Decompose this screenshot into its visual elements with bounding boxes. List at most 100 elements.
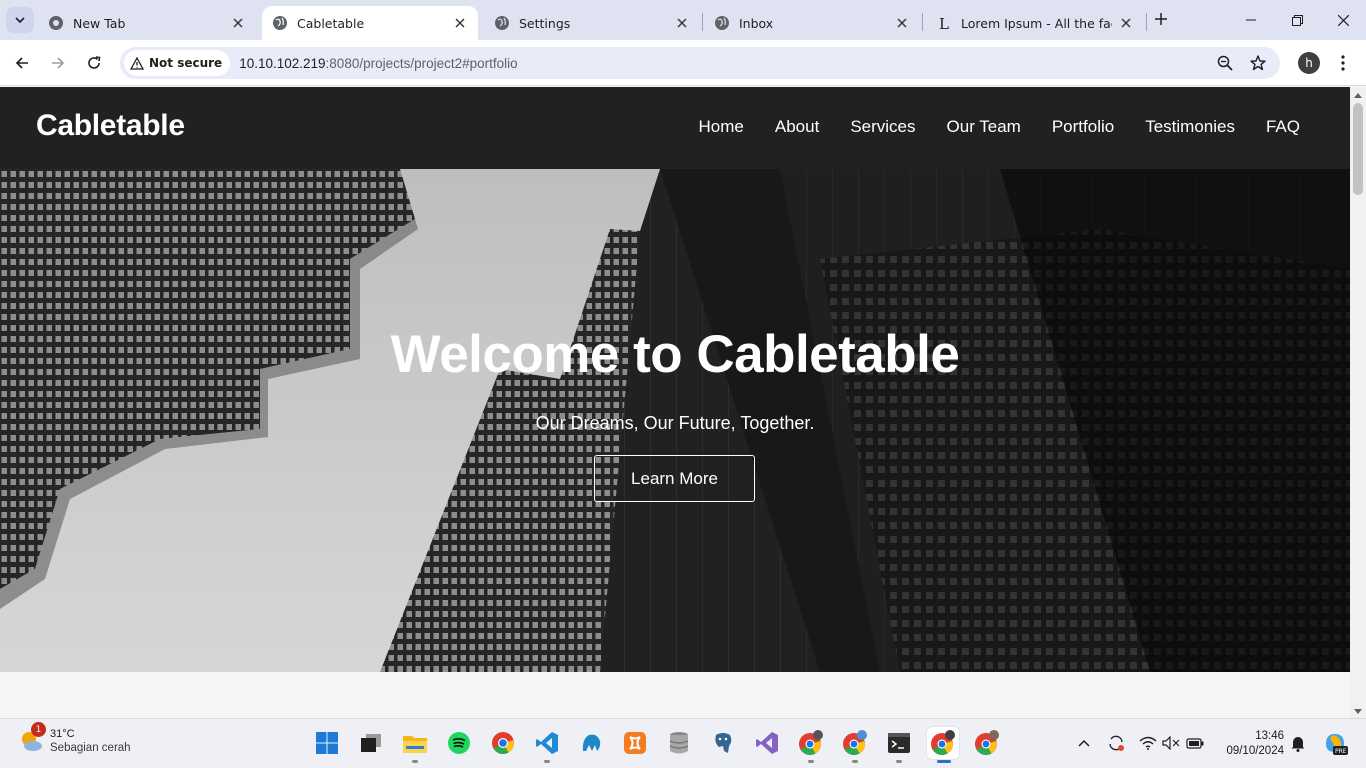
windows-start-icon[interactable] [311, 727, 343, 759]
running-indicator [544, 760, 550, 763]
tab-title: Inbox [739, 15, 774, 31]
close-window-button[interactable] [1320, 0, 1366, 40]
xampp-icon[interactable] [619, 727, 651, 759]
address-bar[interactable]: Not secure 10.10.102.219:8080/projects/p… [120, 47, 1280, 79]
site-navbar: Cabletable Home About Services Our Team … [0, 87, 1350, 169]
site-brand-logo[interactable]: Cabletable [36, 109, 185, 143]
page-scrollbar[interactable] [1350, 87, 1366, 718]
close-tab-icon[interactable] [894, 15, 910, 31]
minimize-button[interactable] [1228, 0, 1274, 40]
restore-icon [1291, 14, 1303, 26]
database-icon[interactable] [663, 727, 695, 759]
close-tab-icon[interactable] [452, 15, 468, 31]
chrome-profile-icon[interactable] [839, 727, 871, 763]
nav-link-testimonies[interactable]: Testimonies [1145, 117, 1235, 137]
postgresql-icon[interactable] [707, 727, 739, 759]
tab-title: Cabletable [297, 15, 365, 31]
back-button[interactable] [8, 49, 36, 77]
restore-button[interactable] [1274, 0, 1320, 40]
site-nav-links: Home About Services Our Team Portfolio T… [699, 117, 1300, 137]
file-explorer-icon[interactable] [399, 727, 431, 763]
security-label: Not secure [149, 56, 223, 70]
new-tab-button[interactable] [1150, 8, 1172, 30]
battery-icon[interactable] [1185, 733, 1205, 753]
nav-link-our-team[interactable]: Our Team [947, 117, 1021, 137]
chevron-up-icon[interactable] [1074, 733, 1094, 753]
chrome-profile-icon[interactable] [795, 727, 827, 763]
task-view-icon[interactable] [355, 727, 387, 759]
profile-avatar[interactable]: h [1298, 52, 1320, 74]
terminal-icon[interactable] [883, 727, 915, 763]
tab-title: Lorem Ipsum - All the facts - [961, 15, 1112, 31]
tab-separator [702, 13, 703, 31]
sync-icon[interactable] [1106, 733, 1126, 753]
zoom-button[interactable] [1215, 53, 1235, 73]
tab-lorem-ipsum[interactable]: L Lorem Ipsum - All the facts - [926, 6, 1144, 40]
scroll-up-arrow-icon[interactable] [1353, 90, 1363, 100]
nav-link-portfolio[interactable]: Portfolio [1052, 117, 1114, 137]
reload-button[interactable] [80, 49, 108, 77]
security-chip[interactable]: Not secure [124, 50, 231, 76]
tab-cabletable[interactable]: Cabletable [262, 6, 478, 40]
chrome-active-icon[interactable] [927, 727, 959, 763]
copilot-icon[interactable]: PRE [1322, 730, 1348, 756]
plus-icon [1155, 13, 1167, 25]
minimize-icon [1246, 19, 1256, 21]
lorem-l-icon: L [936, 15, 952, 31]
nav-link-about[interactable]: About [775, 117, 819, 137]
chrome-profile-icon[interactable] [971, 727, 1003, 759]
url-host: 10.10.102.219 [239, 55, 326, 71]
weather-sun-cloud-icon: 1 [18, 722, 46, 754]
globe-icon [272, 15, 288, 31]
tab-separator [1146, 13, 1147, 31]
running-indicator [896, 760, 902, 763]
running-indicator [808, 760, 814, 763]
browser-toolbar: Not secure 10.10.102.219:8080/projects/p… [0, 40, 1366, 86]
nav-link-faq[interactable]: FAQ [1266, 117, 1300, 137]
tab-strip: New Tab Cabletable Settings Inbox L Lore… [0, 0, 1366, 40]
close-tab-icon[interactable] [1118, 15, 1134, 31]
hero-subtitle: Our Dreams, Our Future, Together. [535, 413, 815, 433]
close-icon [1337, 14, 1349, 26]
volume-muted-icon[interactable] [1161, 733, 1181, 753]
system-clock[interactable]: 13:46 09/10/2024 [1214, 729, 1284, 759]
close-tab-icon[interactable] [674, 15, 690, 31]
clock-date: 09/10/2024 [1226, 745, 1284, 757]
weather-condition: Sebagian cerah [50, 742, 131, 754]
scrollbar-thumb[interactable] [1353, 103, 1363, 195]
chrome-icon [48, 15, 64, 31]
tab-settings[interactable]: Settings [484, 6, 700, 40]
close-tab-icon[interactable] [230, 15, 246, 31]
browser-menu-button[interactable] [1333, 52, 1353, 74]
learn-more-button[interactable]: Learn More [594, 455, 755, 502]
active-indicator [937, 760, 951, 763]
svg-text:PRE: PRE [1335, 748, 1347, 755]
running-indicator [412, 760, 418, 763]
tab-inbox[interactable]: Inbox [704, 6, 920, 40]
tab-title: New Tab [73, 15, 126, 31]
tab-separator [922, 13, 923, 31]
bookmark-button[interactable] [1248, 53, 1268, 73]
nav-link-services[interactable]: Services [850, 117, 915, 137]
url-path: :8080/projects/project2#portfolio [325, 55, 518, 71]
chrome-icon[interactable] [487, 727, 519, 759]
vscode-icon[interactable] [531, 727, 563, 763]
scroll-down-arrow-icon[interactable] [1353, 706, 1363, 716]
windows-taskbar: 1 31°C Sebagian cerah 13:46 09/10/2024 P… [0, 718, 1366, 768]
tab-new-tab[interactable]: New Tab [38, 6, 256, 40]
warning-triangle-icon [130, 56, 144, 70]
weather-widget[interactable]: 1 31°C Sebagian cerah [18, 722, 131, 754]
nav-link-home[interactable]: Home [699, 117, 744, 137]
hero-section: Welcome to Cabletable Our Dreams, Our Fu… [0, 169, 1350, 672]
forward-button[interactable] [44, 49, 72, 77]
spotify-icon[interactable] [443, 727, 475, 759]
star-icon [1250, 55, 1266, 71]
weather-notification-badge: 1 [31, 722, 46, 737]
notification-bell-icon[interactable] [1288, 733, 1308, 753]
zoom-icon [1217, 55, 1233, 71]
visual-studio-icon[interactable] [751, 727, 783, 759]
wifi-icon[interactable] [1138, 733, 1158, 753]
tab-search-button[interactable] [6, 7, 34, 33]
mysql-workbench-icon[interactable] [575, 727, 607, 759]
globe-icon [714, 15, 730, 31]
